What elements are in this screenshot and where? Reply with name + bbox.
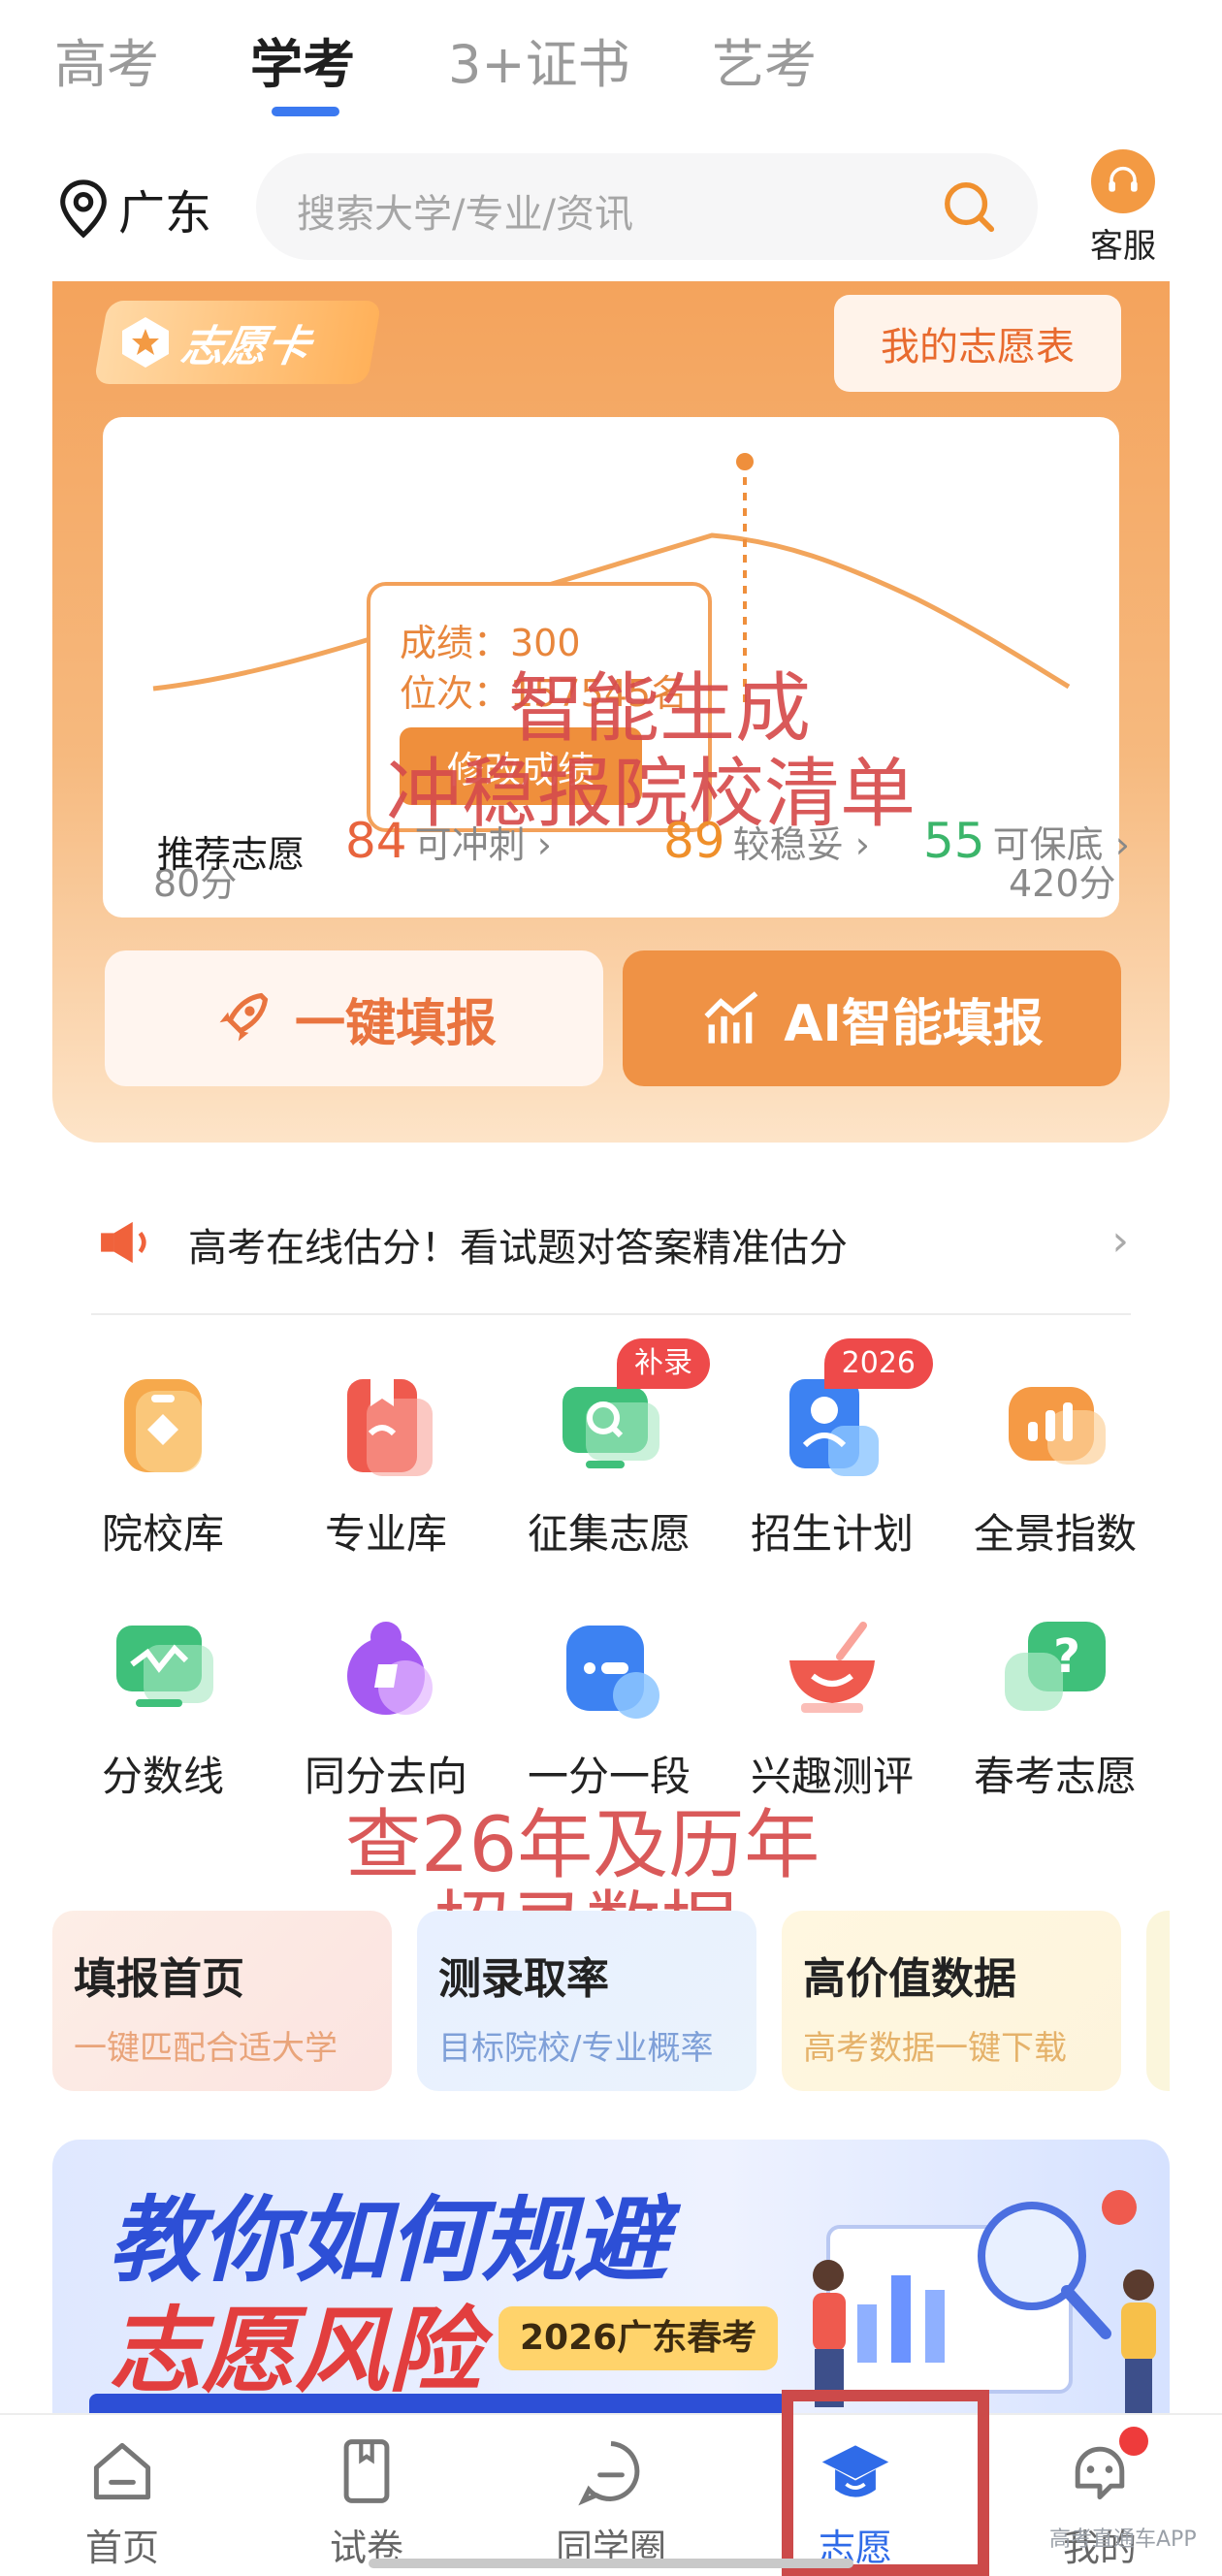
reach-label: 可冲刺 [414, 823, 526, 866]
school-icon [105, 1368, 221, 1484]
grid-label: 春考志愿 [973, 1753, 1137, 1800]
recommend-row: 推荐志愿 84 可冲刺 › 89 较稳妥 › 55 可保底 › [103, 811, 1130, 888]
recommend-reach[interactable]: 84 可冲刺 › [345, 813, 552, 869]
speaker-icon [101, 1221, 146, 1264]
panorama-bars-icon [997, 1368, 1113, 1484]
ai-fill-button[interactable]: AI智能填报 [623, 950, 1121, 1086]
notice-bar[interactable]: 高考在线估分！看试题对答案精准估分 › [91, 1199, 1139, 1286]
nav-home[interactable]: 首页 [45, 2434, 200, 2571]
same-score-icon [328, 1610, 444, 1726]
nav-home-label: 首页 [84, 2527, 159, 2569]
watermark: 高考直通车APP [1049, 2528, 1197, 2552]
customer-service-label: 客服 [1090, 227, 1156, 266]
volunteer-card-badge: 志愿卡 [93, 301, 382, 384]
feature-card-title: 填报首页 [74, 1954, 244, 2004]
customer-service-button[interactable]: 客服 [1084, 149, 1162, 267]
active-tab-indicator [272, 107, 339, 116]
grid-item-score-line[interactable]: 分数线 [66, 1610, 260, 1803]
star-shield-icon [122, 317, 169, 368]
recommend-safe[interactable]: 55 可保底 › [923, 813, 1130, 869]
banner-illustration [813, 2190, 1156, 2413]
volunteer-card: 志愿卡 我的志愿表 成绩：300 位次：157545名 修改成绩 80分 420… [52, 281, 1170, 1143]
chevron-right-icon: › [1111, 1216, 1129, 1266]
rocket-icon [219, 992, 269, 1042]
grid-item-interest-test[interactable]: 兴趣测评 [735, 1610, 929, 1803]
major-book-icon [328, 1368, 444, 1484]
score-segment-icon [551, 1610, 667, 1726]
match-count: 89 [663, 813, 725, 869]
banner-tag: 2026广东春考 [498, 2306, 779, 2370]
headset-icon [1091, 149, 1155, 213]
grid-item-same-score[interactable]: 同分去向 [289, 1610, 483, 1803]
grid-label: 招生计划 [750, 1510, 914, 1558]
recommend-match[interactable]: 89 较稳妥 › [663, 813, 870, 869]
grid-item-school-library[interactable]: 院校库 [66, 1368, 260, 1561]
nav-classmates[interactable]: 同学圈 [533, 2434, 689, 2571]
ai-chart-icon [704, 991, 758, 1044]
grid-item-enroll-plan[interactable]: 2026 招生计划 [735, 1338, 933, 1561]
nav-papers[interactable]: 试卷 [289, 2434, 444, 2571]
notification-dot [1119, 2427, 1148, 2456]
one-click-fill-label: 一键填报 [294, 994, 497, 1053]
location-pin-icon [60, 179, 107, 239]
feature-card-sub: 高考数据一键下载 [803, 2029, 1067, 2068]
grid-label: 院校库 [101, 1510, 224, 1558]
location-selector[interactable]: 广东 [58, 175, 211, 242]
enroll-plan-icon: 2026 [774, 1338, 933, 1484]
grid-label: 全景指数 [973, 1510, 1137, 1558]
grid-item-spring-exam[interactable]: ? 春考志愿 [958, 1610, 1152, 1803]
svg-text:?: ? [1053, 1629, 1080, 1684]
feature-card-title: 高价值数据 [803, 1954, 1016, 2004]
feature-card-fill-home[interactable]: 填报首页 一键匹配合适大学 [52, 1911, 392, 2091]
grid-label: 征集志愿 [527, 1510, 691, 1558]
tab-3-plus-cert[interactable]: 3+证书 [448, 21, 630, 98]
score-marker-dot [732, 449, 757, 474]
feature-card-sub: 一键匹配合适大学 [74, 2029, 338, 2068]
feature-card-sub: 目标院校/专业概率 [438, 2029, 714, 2068]
one-click-fill-button[interactable]: 一键填报 [105, 950, 603, 1086]
bottom-nav: 首页 试卷 同学圈 志愿 我的 [0, 2413, 1222, 2576]
grid-item-major-library[interactable]: 专业库 [289, 1368, 483, 1561]
grid-tag-2026: 2026 [823, 1338, 933, 1389]
search-placeholder: 搜索大学/专业/资讯 [297, 192, 633, 237]
promo-banner[interactable]: 教你如何规避 志愿风险 2026广东春考 [52, 2140, 1170, 2421]
tab-gaokao[interactable]: 高考 [54, 21, 159, 98]
location-text: 广东 [118, 186, 212, 241]
tab-xuekao[interactable]: 学考 [250, 21, 355, 98]
home-indicator [369, 2559, 853, 2568]
grid-tag-bulu: 补录 [617, 1338, 710, 1389]
tab-yikao[interactable]: 艺考 [712, 21, 817, 98]
search-bar[interactable]: 搜索大学/专业/资讯 [256, 153, 1038, 260]
divider [91, 1313, 1131, 1315]
top-tab-bar: 高考 学考 3+证书 艺考 [0, 0, 1222, 126]
feature-card-partial[interactable] [1146, 1911, 1170, 2091]
search-icon[interactable] [941, 178, 997, 235]
home-icon [93, 2442, 151, 2500]
recommend-label: 推荐志愿 [157, 833, 306, 876]
grid-label: 分数线 [101, 1753, 224, 1800]
feature-card-title: 测录取率 [438, 1954, 609, 2004]
spring-exam-icon: ? [997, 1610, 1113, 1726]
ai-fill-label: AI智能填报 [784, 994, 1044, 1053]
grid-item-panorama-index[interactable]: 全景指数 [958, 1368, 1152, 1561]
score-line-icon [105, 1610, 221, 1726]
highlight-box [782, 2390, 989, 2576]
notice-text: 高考在线估分！看试题对答案精准估分 [188, 1226, 848, 1271]
grid-item-collect-volunteer[interactable]: 补录 征集志愿 [512, 1338, 710, 1561]
my-volunteer-table-button[interactable]: 我的志愿表 [834, 295, 1121, 392]
feature-card-high-value-data[interactable]: 高价值数据 高考数据一键下载 [782, 1911, 1121, 2091]
safe-count: 55 [923, 813, 985, 869]
safe-label: 可保底 [992, 823, 1104, 866]
reach-count: 84 [345, 813, 407, 869]
grid-item-score-segment[interactable]: 一分一段 [512, 1610, 706, 1803]
collect-search-icon: 补录 [551, 1338, 710, 1484]
chat-circle-icon [578, 2441, 640, 2506]
banner-title-line2: 志愿风险 [109, 2297, 481, 2405]
exam-paper-icon [343, 2439, 390, 2503]
grid-label: 专业库 [324, 1510, 447, 1558]
interest-test-icon [774, 1610, 890, 1726]
match-label: 较稳妥 [732, 823, 844, 866]
feature-card-admission-rate[interactable]: 测录取率 目标院校/专业概率 [417, 1911, 756, 2091]
volunteer-card-title: 志愿卡 [177, 322, 314, 371]
